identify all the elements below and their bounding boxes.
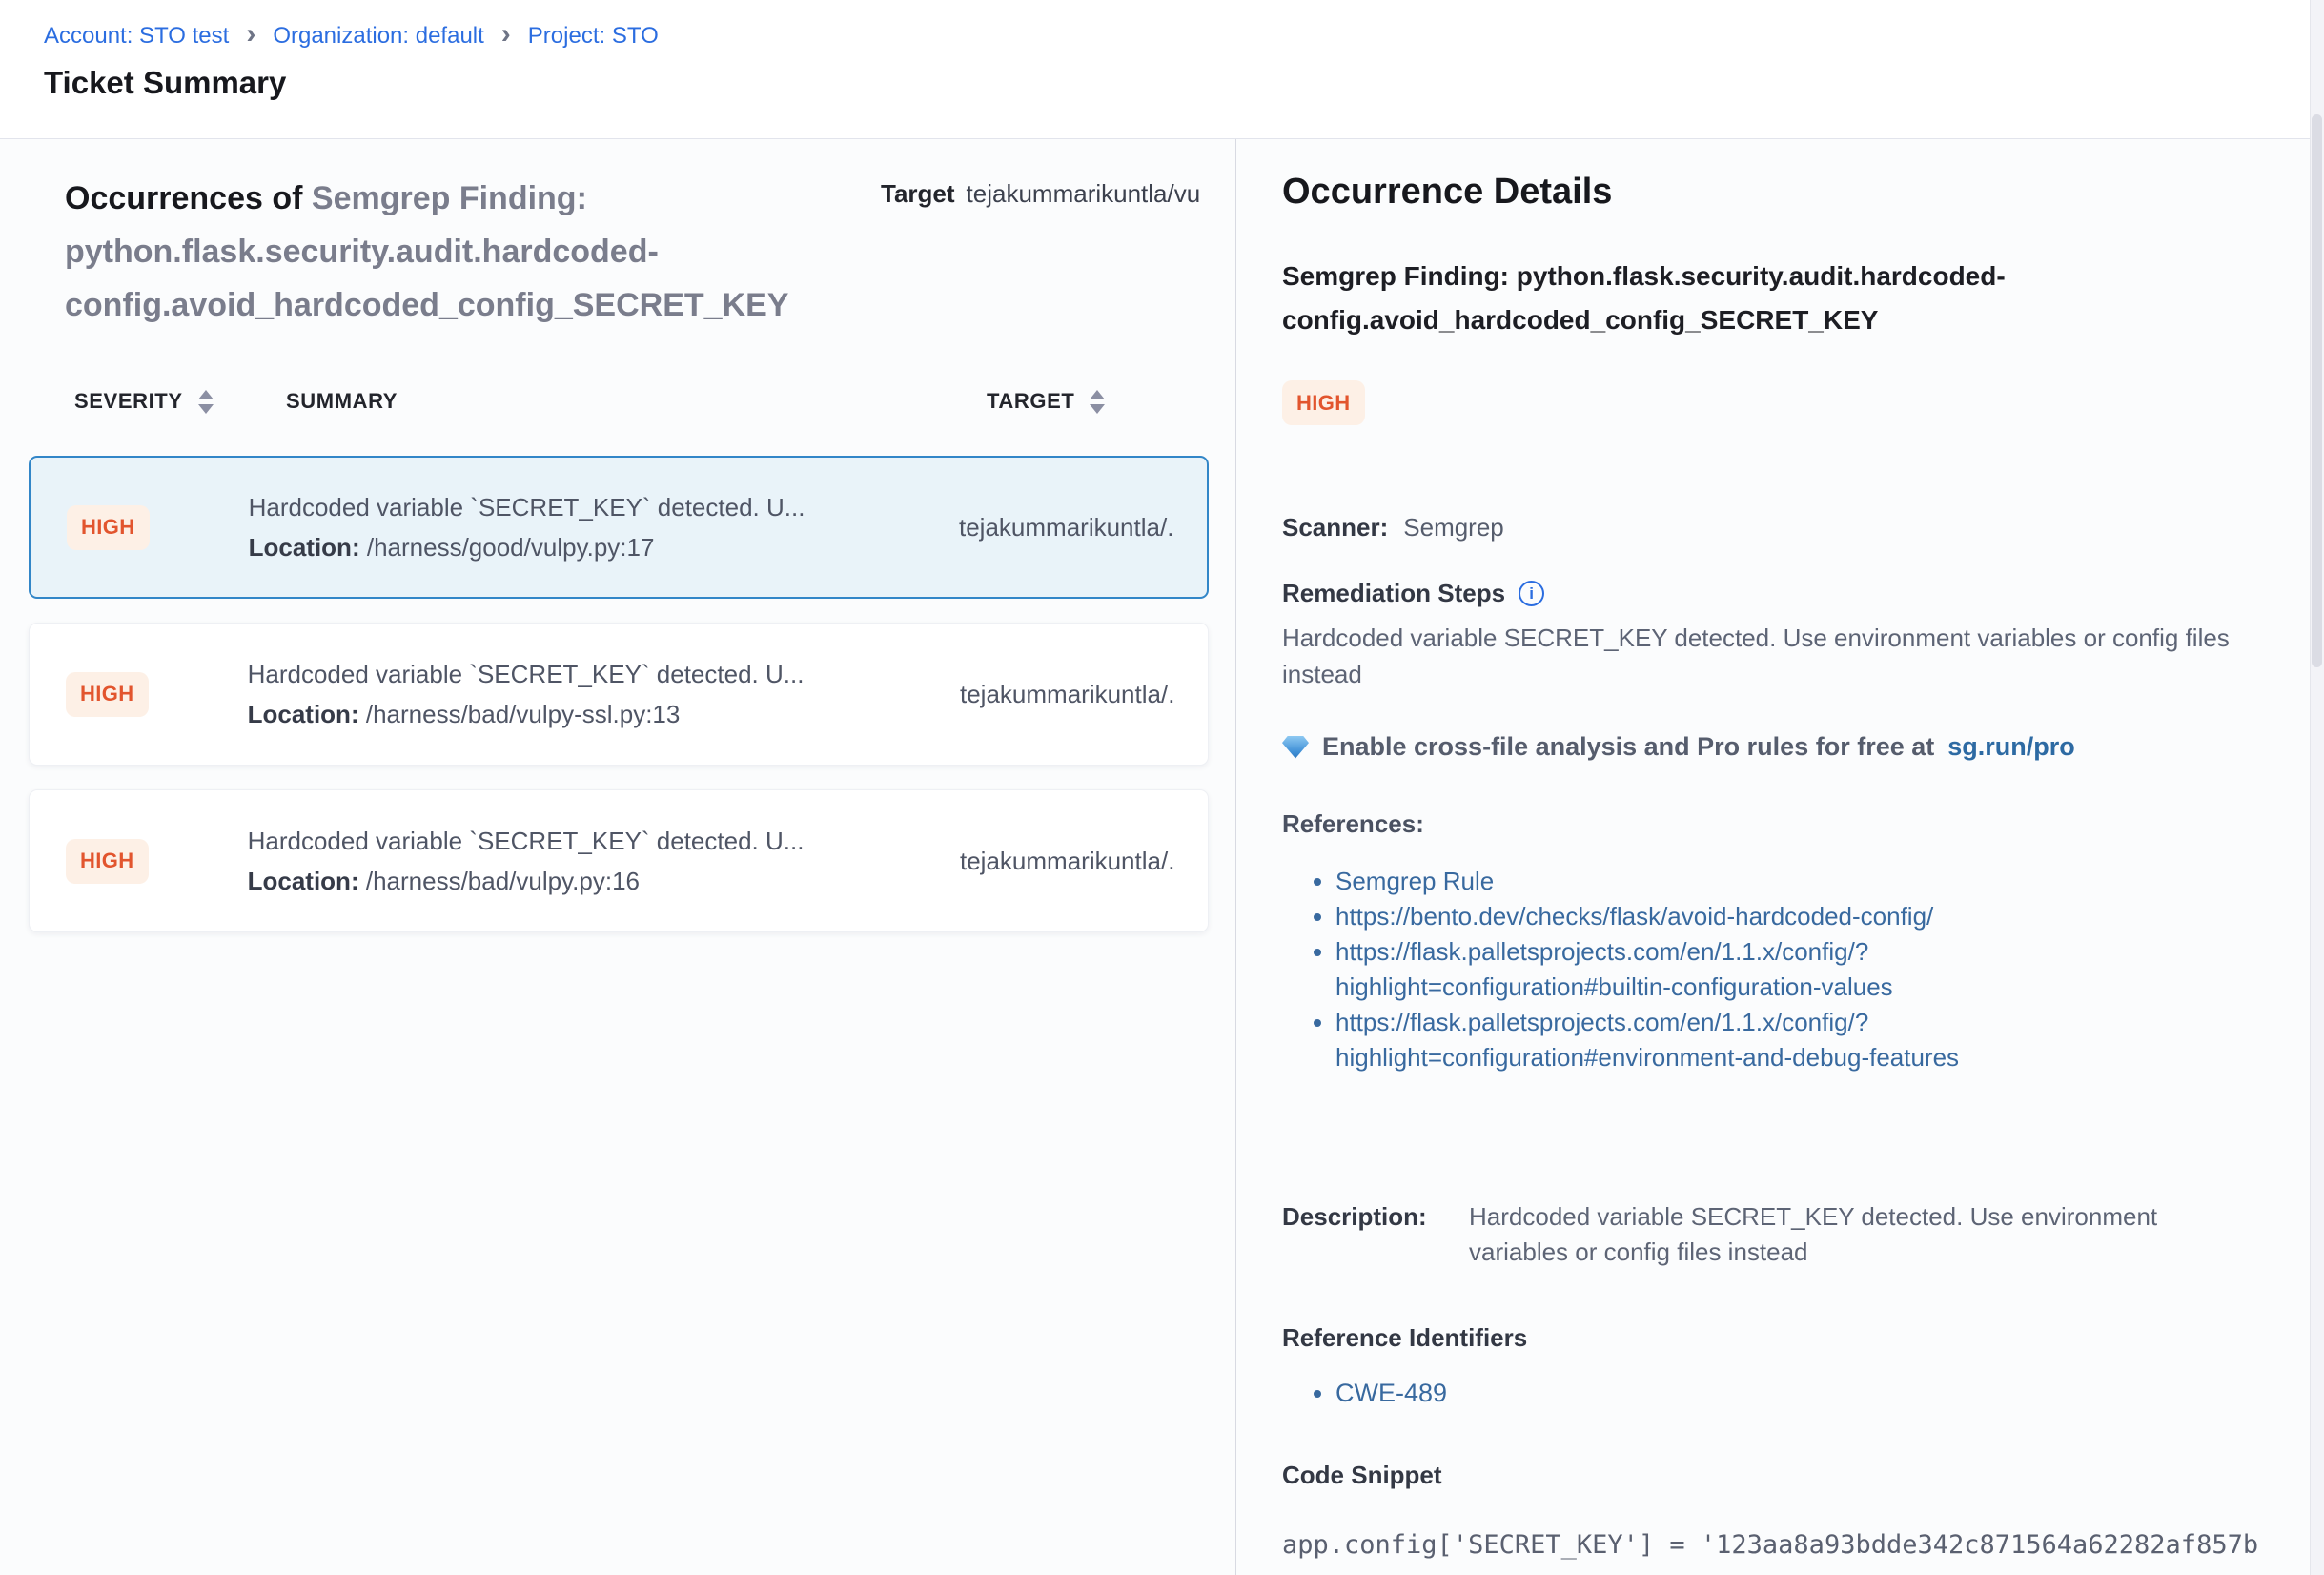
row-target: tejakummarikuntla/. [959, 513, 1207, 542]
description-label: Description: [1282, 1199, 1469, 1270]
occurrence-details-panel: Occurrence Details Semgrep Finding: pyth… [1236, 139, 2324, 1575]
breadcrumb-organization-link[interactable]: Organization: default [273, 23, 483, 50]
row-location-label: Location: [249, 533, 360, 562]
reference-link[interactable]: https://flask.palletsprojects.com/en/1.1… [1335, 1005, 2043, 1075]
column-header-target-label: TARGET [987, 389, 1074, 414]
target-value: tejakummarikuntla/vu [967, 179, 1201, 208]
target-label: Target [881, 179, 955, 208]
table-row[interactable]: HIGH Hardcoded variable `SECRET_KEY` det… [29, 456, 1209, 599]
column-header-target[interactable]: TARGET [987, 389, 1105, 414]
references-label: References: [1282, 809, 2257, 839]
chevron-right-icon: › [501, 23, 511, 46]
row-target: tejakummarikuntla/. [960, 680, 1208, 709]
description-text: Hardcoded variable SECRET_KEY detected. … [1469, 1199, 2199, 1270]
column-header-severity-label: SEVERITY [74, 389, 183, 414]
row-location-label: Location: [248, 867, 359, 895]
sort-icon [198, 390, 214, 414]
reference-link[interactable]: Semgrep Rule [1335, 864, 2043, 899]
chevron-right-icon: › [246, 23, 255, 46]
row-summary: Hardcoded variable `SECRET_KEY` detected… [249, 487, 939, 567]
scrollbar-thumb[interactable] [2312, 114, 2322, 667]
description-row: Description: Hardcoded variable SECRET_K… [1282, 1199, 2257, 1270]
occurrence-details-heading: Occurrence Details [1282, 172, 2257, 213]
info-icon[interactable]: i [1519, 581, 1544, 606]
main-content: Occurrences of Semgrep Finding: python.f… [0, 139, 2324, 1575]
row-target: tejakummarikuntla/. [960, 847, 1208, 876]
references-list: Semgrep Rule https://bento.dev/checks/fl… [1282, 864, 2257, 1075]
target-summary: Target tejakummarikuntla/vu [881, 179, 1235, 332]
code-snippet: app.config['SECRET_KEY'] = '123aa8a93bdd… [1282, 1530, 2257, 1560]
remediation-text: Hardcoded variable SECRET_KEY detected. … [1282, 620, 2257, 692]
row-summary: Hardcoded variable `SECRET_KEY` detected… [248, 821, 938, 901]
promo-text: Enable cross-file analysis and Pro rules… [1322, 732, 1934, 762]
reference-identifiers-label: Reference Identifiers [1282, 1323, 2257, 1353]
row-location-value: /harness/bad/vulpy-ssl.py:13 [366, 700, 681, 728]
severity-badge: HIGH [1282, 380, 1365, 425]
row-summary-text: Hardcoded variable `SECRET_KEY` detected… [248, 654, 938, 694]
gem-icon [1282, 736, 1309, 759]
column-header-severity[interactable]: SEVERITY [74, 389, 286, 414]
code-snippet-label: Code Snippet [1282, 1461, 2257, 1490]
scanner-label: Scanner: [1282, 513, 1388, 542]
row-location-value: /harness/bad/vulpy.py:16 [366, 867, 640, 895]
occurrences-heading: Occurrences of Semgrep Finding: python.f… [65, 172, 818, 332]
semgrep-pro-promo: Enable cross-file analysis and Pro rules… [1282, 732, 2257, 762]
row-location-label: Location: [248, 700, 359, 728]
vertical-scrollbar[interactable] [2310, 0, 2324, 1575]
remediation-steps-text: Remediation Steps [1282, 579, 1505, 608]
row-summary-text: Hardcoded variable `SECRET_KEY` detected… [248, 821, 938, 861]
table-row[interactable]: HIGH Hardcoded variable `SECRET_KEY` det… [29, 789, 1209, 932]
row-summary: Hardcoded variable `SECRET_KEY` detected… [248, 654, 938, 734]
occurrences-rows: HIGH Hardcoded variable `SECRET_KEY` det… [29, 456, 1209, 932]
finding-title: Semgrep Finding: python.flask.security.a… [1282, 255, 2235, 342]
scanner-line: Scanner: Semgrep [1282, 513, 2257, 542]
occurrences-panel: Occurrences of Semgrep Finding: python.f… [0, 139, 1236, 1575]
column-header-summary-label: SUMMARY [286, 389, 398, 414]
occurrences-panel-head: Occurrences of Semgrep Finding: python.f… [0, 139, 1235, 332]
breadcrumb-project-link[interactable]: Project: STO [528, 23, 659, 50]
breadcrumb: Account: STO test › Organization: defaul… [44, 23, 2324, 50]
page-title: Ticket Summary [44, 65, 2324, 101]
severity-badge-wrap: HIGH [1282, 380, 2257, 425]
cwe-link[interactable]: CWE-489 [1335, 1376, 2257, 1411]
row-summary-text: Hardcoded variable `SECRET_KEY` detected… [249, 487, 939, 527]
severity-badge: HIGH [66, 839, 149, 884]
severity-badge: HIGH [67, 505, 150, 550]
sort-icon [1090, 390, 1105, 414]
remediation-steps-label: Remediation Steps i [1282, 579, 2257, 608]
occurrences-table-header: SEVERITY SUMMARY TARGET [74, 389, 1235, 414]
promo-link[interactable]: sg.run/pro [1947, 732, 2075, 762]
reference-identifiers-list: CWE-489 [1282, 1376, 2257, 1411]
severity-badge: HIGH [66, 672, 149, 717]
reference-link[interactable]: https://flask.palletsprojects.com/en/1.1… [1335, 934, 2043, 1005]
page-header: Account: STO test › Organization: defaul… [0, 0, 2324, 139]
occurrences-heading-prefix: Occurrences of [65, 180, 302, 216]
table-row[interactable]: HIGH Hardcoded variable `SECRET_KEY` det… [29, 623, 1209, 766]
column-header-summary: SUMMARY [286, 389, 987, 414]
scanner-value: Semgrep [1403, 513, 1504, 542]
breadcrumb-account-link[interactable]: Account: STO test [44, 23, 229, 50]
reference-link[interactable]: https://bento.dev/checks/flask/avoid-har… [1335, 899, 2043, 934]
row-location-value: /harness/good/vulpy.py:17 [367, 533, 655, 562]
